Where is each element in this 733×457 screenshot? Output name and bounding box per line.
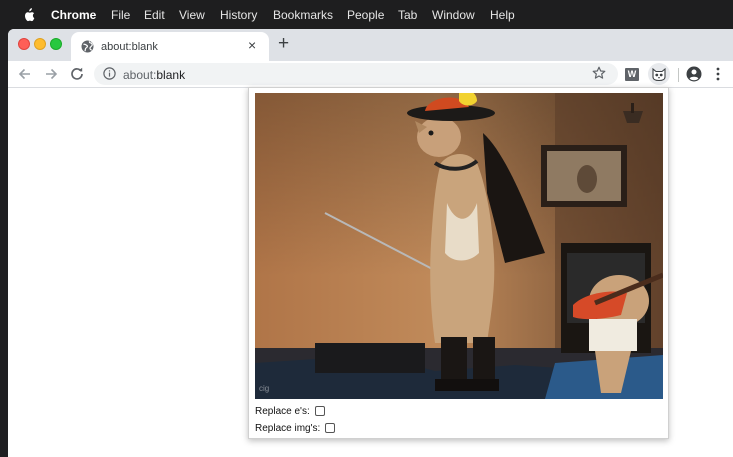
tab-about-blank[interactable]: about:blank × xyxy=(71,32,269,61)
screen: Chrome File Edit View History Bookmarks … xyxy=(0,0,733,457)
option-label-replace-img: Replace img's: xyxy=(255,422,321,434)
address-bar[interactable]: about:blank xyxy=(94,63,618,85)
forward-arrow-icon[interactable] xyxy=(42,65,60,83)
menu-item-window[interactable]: Window xyxy=(432,8,475,22)
tab-title: about:blank xyxy=(101,41,158,53)
apple-logo-icon[interactable] xyxy=(23,8,35,22)
tab-strip: about:blank × + xyxy=(8,29,733,61)
reload-icon[interactable] xyxy=(68,65,86,83)
profile-icon[interactable] xyxy=(686,66,702,82)
cat-extension-button[interactable] xyxy=(648,63,670,85)
url-scheme: about: xyxy=(123,68,157,82)
w-extension-icon[interactable]: W xyxy=(625,68,639,81)
menu-item-bookmarks[interactable]: Bookmarks xyxy=(273,8,333,22)
globe-icon xyxy=(81,40,94,53)
url-text[interactable]: about:blank xyxy=(123,68,185,82)
kebab-menu-icon[interactable] xyxy=(716,67,720,81)
menu-app-name[interactable]: Chrome xyxy=(51,8,96,22)
menu-item-edit[interactable]: Edit xyxy=(144,8,165,22)
menu-item-tab[interactable]: Tab xyxy=(398,8,417,22)
menu-item-help[interactable]: Help xyxy=(490,8,515,22)
url-path: blank xyxy=(156,68,186,82)
menu-item-people[interactable]: People xyxy=(347,8,384,22)
image-watermark: cig xyxy=(259,384,269,393)
bookmark-star-icon[interactable] xyxy=(592,66,606,80)
replace-e-checkbox[interactable] xyxy=(314,406,325,416)
desktop-edge xyxy=(0,30,8,457)
options-form: Replace e's: Replace img's: xyxy=(255,403,336,437)
back-arrow-icon[interactable] xyxy=(16,65,34,83)
menu-bar: Chrome File Edit View History Bookmarks … xyxy=(0,0,733,30)
new-tab-button[interactable]: + xyxy=(278,34,289,54)
cat-extension-icon xyxy=(652,67,666,82)
cat-image: cig xyxy=(255,93,663,399)
toolbar-separator xyxy=(678,68,679,82)
browser-toolbar: about:blank W xyxy=(8,61,733,88)
minimize-window-button[interactable] xyxy=(34,38,46,50)
tab-close-icon[interactable]: × xyxy=(248,38,256,52)
option-label-replace-e: Replace e's: xyxy=(255,405,310,417)
option-replace-img: Replace img's: xyxy=(255,420,336,436)
zoom-window-button[interactable] xyxy=(50,38,62,50)
replace-img-checkbox[interactable] xyxy=(325,423,336,433)
close-window-button[interactable] xyxy=(18,38,30,50)
info-icon[interactable] xyxy=(103,67,116,80)
menu-item-view[interactable]: View xyxy=(179,8,205,22)
puss-in-boots-gif: cig xyxy=(255,93,663,399)
extension-popup: cig Replace e's: Replace img's: xyxy=(248,87,669,439)
option-replace-e: Replace e's: xyxy=(255,403,335,419)
menu-item-history[interactable]: History xyxy=(220,8,257,22)
menu-item-file[interactable]: File xyxy=(111,8,130,22)
